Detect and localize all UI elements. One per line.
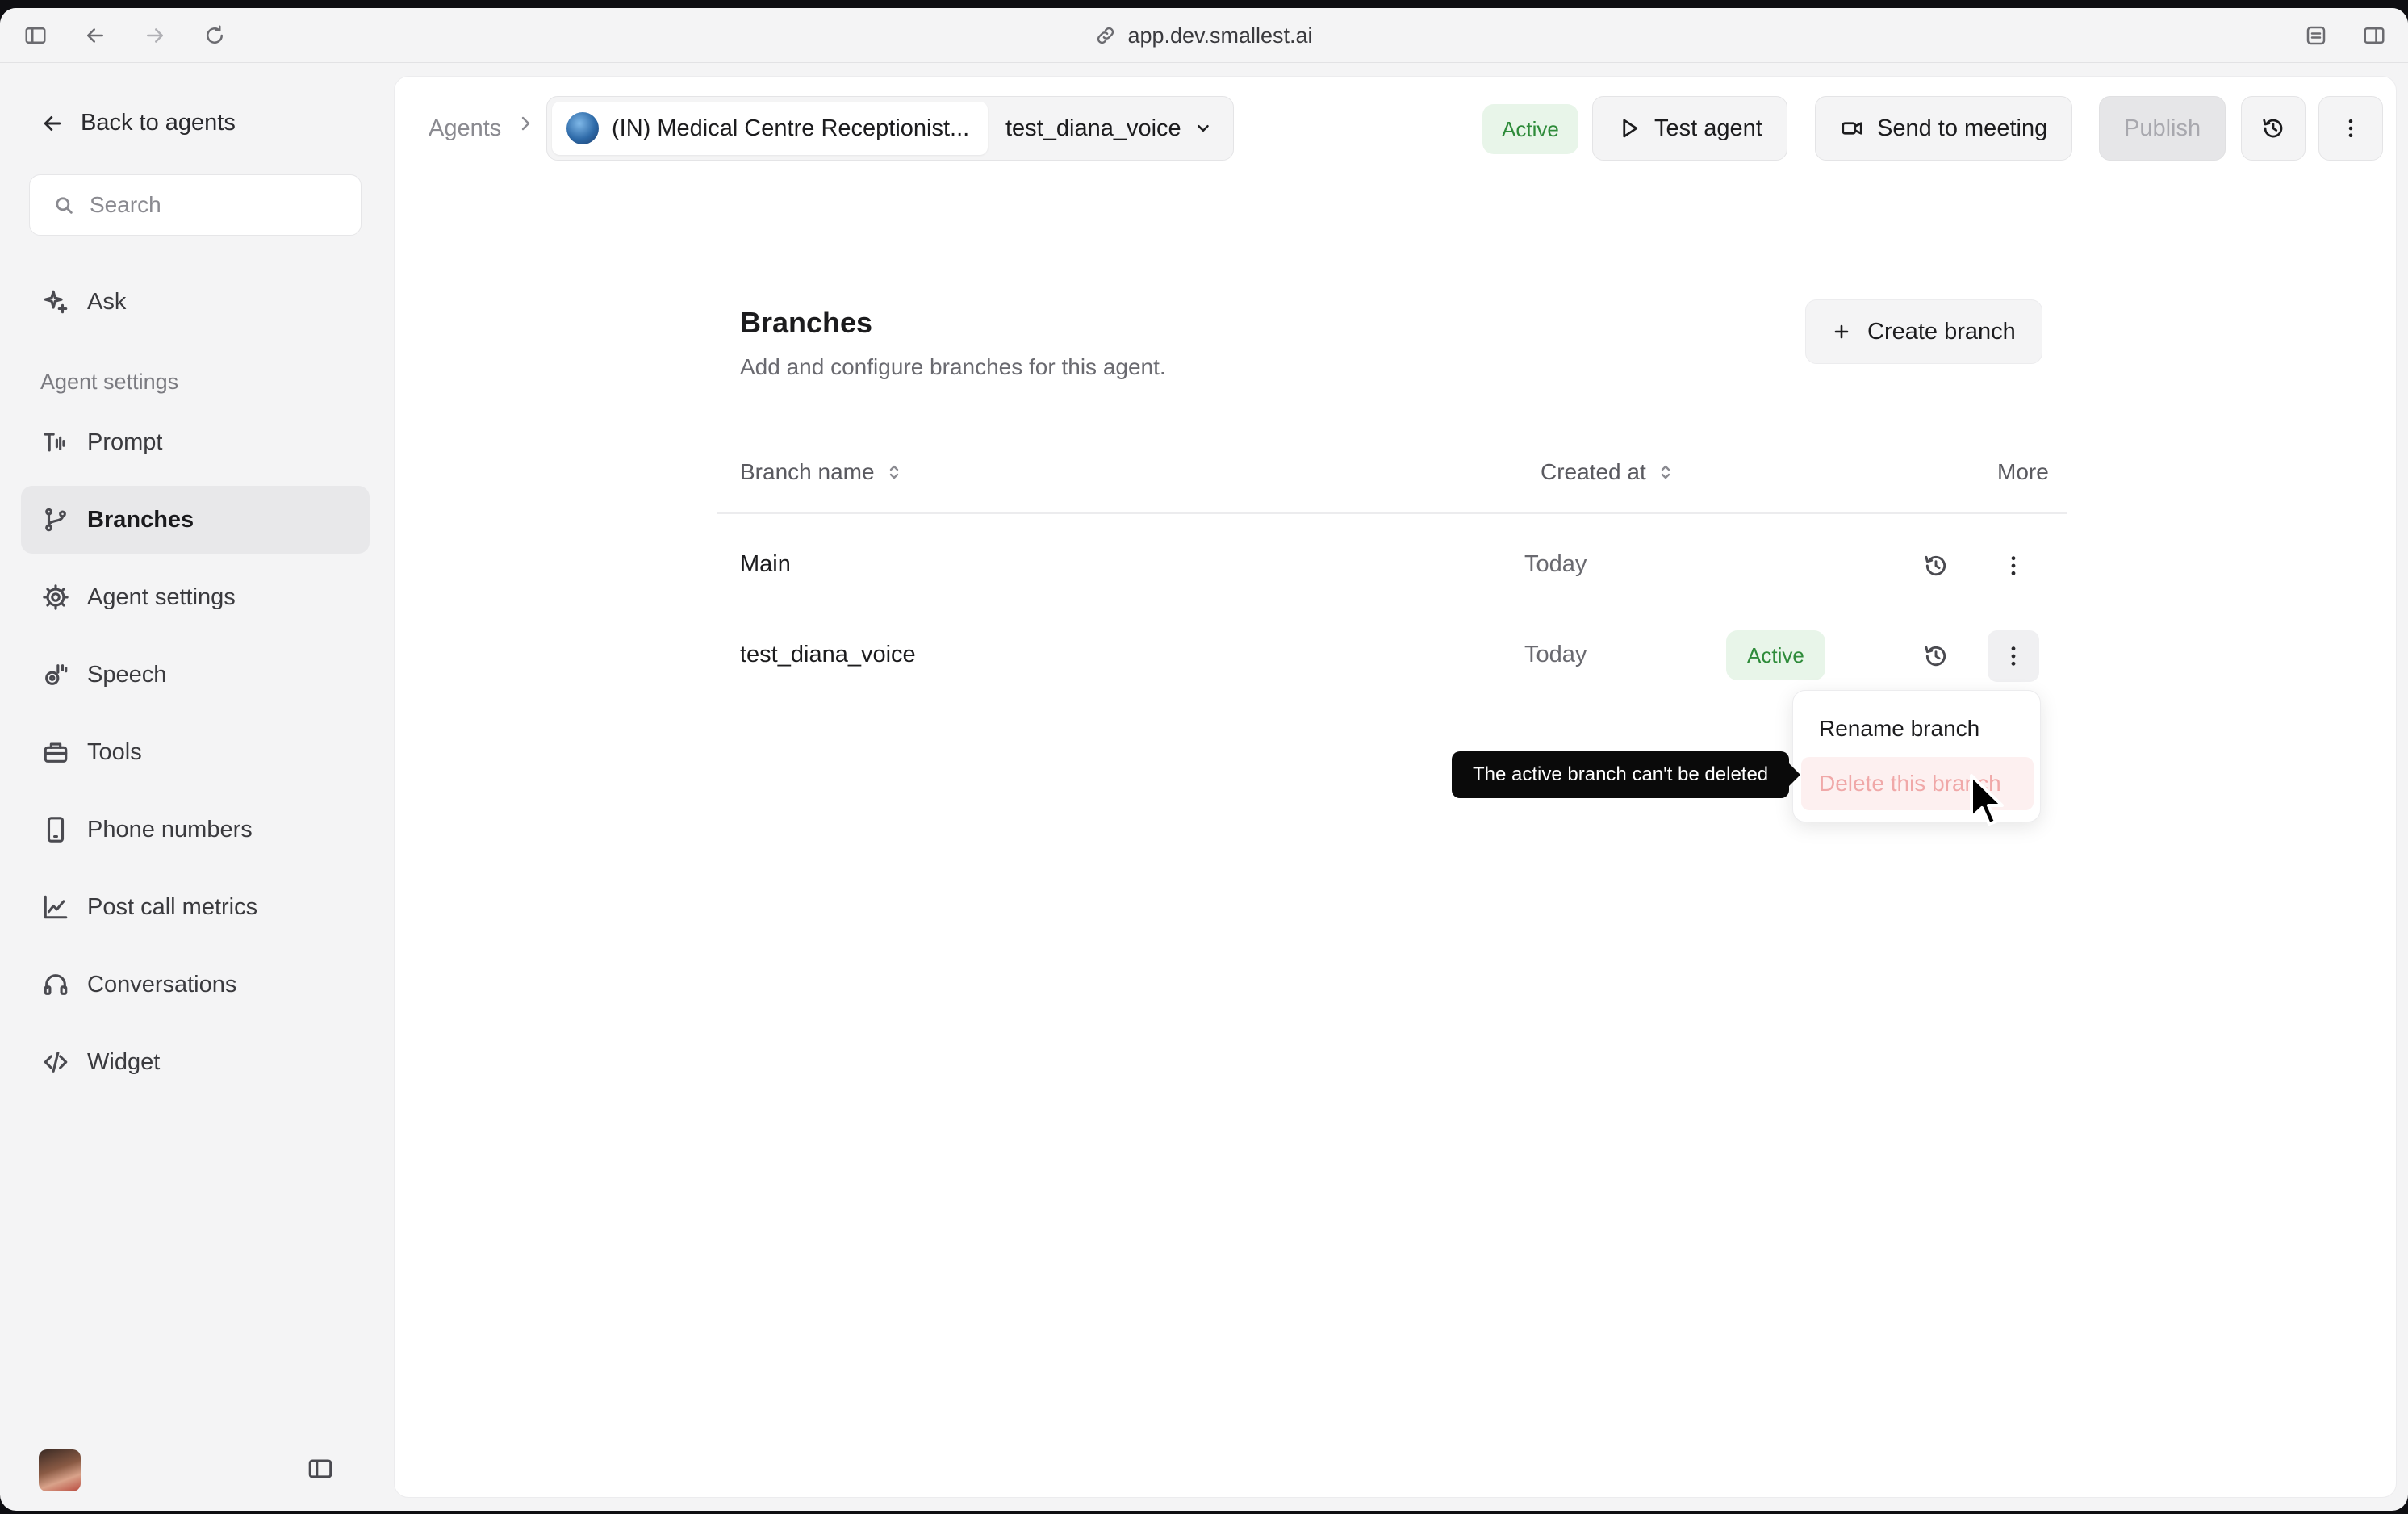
sidebar-item-label: Speech bbox=[87, 661, 167, 688]
sidebar-item-ask[interactable]: Ask bbox=[21, 268, 370, 336]
chevron-right-icon bbox=[516, 114, 535, 137]
speech-icon bbox=[45, 664, 68, 685]
tooltip: The active branch can't be deleted bbox=[1452, 751, 1801, 798]
url-text: app.dev.smallest.ai bbox=[1127, 23, 1313, 48]
branch-icon bbox=[45, 508, 66, 532]
agent-name: (IN) Medical Centre Receptionist... bbox=[612, 115, 970, 141]
plus-icon bbox=[1834, 324, 1849, 339]
extension-icon[interactable] bbox=[2301, 21, 2331, 50]
column-header-branch-name[interactable]: Branch name bbox=[740, 459, 902, 485]
send-to-meeting-label: Send to meeting bbox=[1877, 115, 2048, 141]
agent-branch-selector: (IN) Medical Centre Receptionist... test… bbox=[546, 96, 1234, 161]
test-agent-button[interactable]: Test agent bbox=[1592, 96, 1787, 161]
sidebar-item-phone-numbers[interactable]: Phone numbers bbox=[21, 796, 370, 864]
column-header-more: More bbox=[1997, 459, 2049, 485]
status-badge: Active bbox=[1482, 104, 1578, 154]
sidebar-item-label: Ask bbox=[87, 288, 127, 315]
chart-line-icon bbox=[44, 895, 68, 919]
sparkle-icon bbox=[44, 290, 68, 314]
sidebar-item-conversations[interactable]: Conversations bbox=[21, 951, 370, 1018]
section-label-agent-settings: Agent settings bbox=[40, 370, 179, 394]
toolbox-icon bbox=[44, 742, 68, 763]
main-panel: Agents (IN) Medical Centre Receptionist.… bbox=[394, 76, 2397, 1498]
sidebar-item-label: Phone numbers bbox=[87, 816, 253, 843]
sort-icon bbox=[889, 465, 898, 479]
column-header-label: Created at bbox=[1541, 459, 1646, 484]
sidebar-item-label: Branches bbox=[87, 506, 194, 533]
page-title: Branches bbox=[740, 306, 873, 339]
back-to-agents-link[interactable]: Back to agents bbox=[40, 110, 236, 136]
history-icon bbox=[2263, 119, 2283, 138]
agent-name-chip[interactable]: (IN) Medical Centre Receptionist... bbox=[552, 102, 988, 155]
more-vertical-icon bbox=[2348, 119, 2353, 137]
search-input[interactable] bbox=[90, 192, 332, 218]
arrow-left-icon bbox=[44, 115, 61, 131]
table-row[interactable]: Main Today bbox=[717, 519, 2067, 609]
sidebar-item-label: Agent settings bbox=[87, 583, 236, 610]
search-icon bbox=[56, 197, 73, 214]
page-subtitle: Add and configure branches for this agen… bbox=[740, 354, 1166, 379]
back-label: Back to agents bbox=[81, 110, 236, 136]
more-options-button[interactable] bbox=[2318, 96, 2383, 161]
sidebar-item-label: Prompt bbox=[87, 429, 163, 455]
created-at-cell: Today bbox=[1524, 641, 1587, 667]
sidebar: Back to agents Ask Agent settings Prompt… bbox=[0, 63, 394, 1511]
create-branch-button[interactable]: Create branch bbox=[1805, 299, 2042, 364]
branch-name-cell: Main bbox=[740, 550, 791, 577]
sidebar-item-post-call-metrics[interactable]: Post call metrics bbox=[21, 873, 370, 941]
phone-icon bbox=[47, 817, 65, 843]
browser-toolbar: app.dev.smallest.ai bbox=[0, 8, 2408, 63]
code-icon bbox=[44, 1052, 68, 1073]
active-badge: Active bbox=[1726, 630, 1825, 680]
video-icon bbox=[1842, 122, 1862, 135]
sidebar-item-widget[interactable]: Widget bbox=[21, 1028, 370, 1096]
sidebar-item-label: Tools bbox=[87, 738, 142, 765]
headset-icon bbox=[44, 974, 68, 995]
sidebar-item-label: Post call metrics bbox=[87, 893, 258, 920]
branch-name-cell: test_diana_voice bbox=[740, 641, 916, 667]
sidebar-item-prompt[interactable]: Prompt bbox=[21, 408, 370, 476]
table-header-divider bbox=[717, 512, 2067, 514]
mouse-cursor-icon bbox=[1968, 772, 2010, 833]
prompt-icon bbox=[44, 433, 65, 452]
branch-dropdown[interactable]: test_diana_voice bbox=[1005, 102, 1212, 155]
sidebar-item-label: Conversations bbox=[87, 971, 237, 997]
search-box[interactable] bbox=[29, 174, 362, 236]
sidebar-item-agent-settings[interactable]: Agent settings bbox=[21, 563, 370, 631]
more-vertical-icon[interactable] bbox=[1988, 630, 2039, 682]
rename-branch-menu-item[interactable]: Rename branch bbox=[1801, 702, 2034, 755]
split-view-icon[interactable] bbox=[2360, 21, 2389, 50]
gear-icon bbox=[43, 584, 69, 610]
play-icon bbox=[1623, 119, 1638, 138]
history-icon[interactable] bbox=[1910, 540, 1962, 592]
address-bar[interactable]: app.dev.smallest.ai bbox=[0, 19, 2408, 52]
table-row[interactable]: test_diana_voice Active Today bbox=[717, 609, 2067, 700]
version-history-button[interactable] bbox=[2241, 96, 2306, 161]
column-header-created-at[interactable]: Created at bbox=[1541, 459, 1674, 485]
sidebar-item-branches[interactable]: Branches bbox=[21, 486, 370, 554]
column-header-label: More bbox=[1997, 459, 2049, 484]
browser-window: app.dev.smallest.ai Back to agents Ask A… bbox=[0, 8, 2408, 1511]
branch-dropdown-label: test_diana_voice bbox=[1005, 115, 1181, 141]
agent-globe-icon bbox=[566, 112, 599, 144]
chevron-down-icon bbox=[1197, 124, 1209, 132]
breadcrumb-agents[interactable]: Agents bbox=[429, 115, 501, 142]
collapse-sidebar-icon[interactable] bbox=[307, 1455, 334, 1487]
test-agent-label: Test agent bbox=[1654, 115, 1762, 141]
sidebar-item-speech[interactable]: Speech bbox=[21, 641, 370, 709]
sort-icon bbox=[1661, 465, 1670, 479]
user-avatar[interactable] bbox=[39, 1449, 81, 1491]
send-to-meeting-button[interactable]: Send to meeting bbox=[1815, 96, 2073, 161]
publish-button[interactable]: Publish bbox=[2099, 96, 2226, 161]
sidebar-item-tools[interactable]: Tools bbox=[21, 718, 370, 786]
created-at-cell: Today bbox=[1524, 550, 1587, 577]
history-icon[interactable] bbox=[1910, 630, 1962, 682]
more-vertical-icon[interactable] bbox=[1988, 540, 2039, 592]
column-header-label: Branch name bbox=[740, 459, 875, 484]
sidebar-item-label: Widget bbox=[87, 1048, 161, 1075]
link-icon bbox=[1097, 27, 1114, 44]
publish-label: Publish bbox=[2124, 115, 2201, 141]
create-branch-label: Create branch bbox=[1867, 318, 2016, 345]
